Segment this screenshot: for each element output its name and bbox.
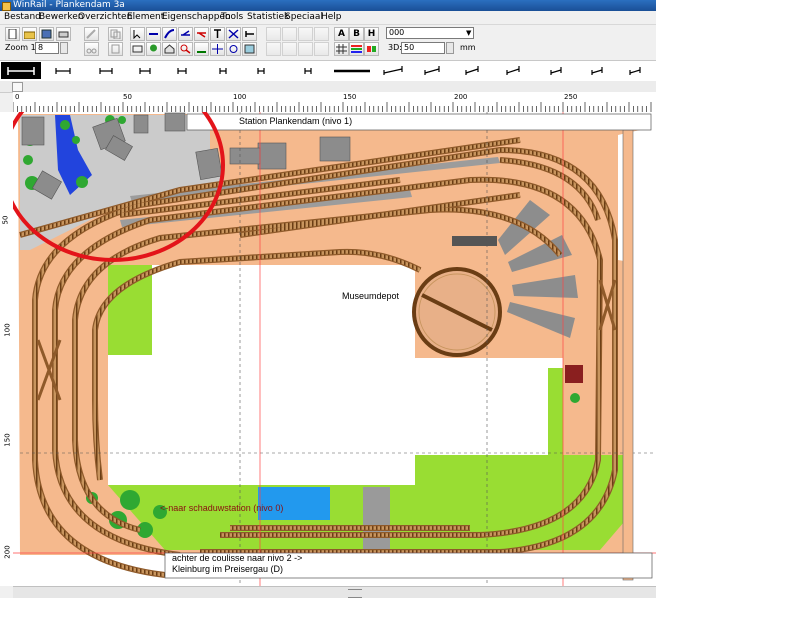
- road-bottom: [363, 487, 390, 557]
- copy-icon[interactable]: [108, 27, 123, 41]
- grass-left: [108, 265, 152, 355]
- chevron-down-icon: ▼: [466, 29, 472, 37]
- ruler-label: 50: [1, 215, 10, 225]
- ruler-label: 100: [3, 323, 12, 337]
- up-arrow-icon[interactable]: [12, 82, 23, 92]
- view3d-input[interactable]: 50: [401, 42, 445, 54]
- zoom-icon[interactable]: [178, 42, 193, 56]
- layer-select[interactable]: 000: [386, 27, 474, 39]
- tree-icon[interactable]: [146, 42, 161, 56]
- edge-strip: [622, 129, 634, 581]
- coulisse-label: achter de coulisse naar nivo 2 ->: [172, 553, 303, 563]
- measure-icon[interactable]: [194, 42, 209, 56]
- move-icon[interactable]: [210, 42, 225, 56]
- text-b-button[interactable]: B: [349, 27, 364, 41]
- ruler-label: 50: [123, 93, 132, 101]
- picture-icon[interactable]: [242, 42, 257, 56]
- select-arrow-icon[interactable]: [130, 27, 145, 41]
- menu-element[interactable]: Element: [127, 11, 164, 24]
- unit-label: mm: [460, 43, 476, 52]
- rotate-icon[interactable]: [226, 42, 241, 56]
- house-icon[interactable]: [162, 42, 177, 56]
- buffer-stop-icon[interactable]: [242, 27, 257, 41]
- align-middle-icon[interactable]: [282, 42, 297, 56]
- station-label: Station Plankendam (nivo 1): [239, 116, 353, 126]
- align-center-icon[interactable]: [282, 27, 297, 41]
- track-type-bar: [0, 60, 656, 82]
- ruler-label: 200: [454, 93, 468, 101]
- new-file-button[interactable]: [5, 27, 20, 41]
- text-a-button[interactable]: A: [334, 27, 349, 41]
- menu-bar: Bestand Bewerken Overzichten Element Eig…: [0, 11, 656, 25]
- shadow-station-label: <-naar schaduwstation (nivo 0): [160, 503, 284, 513]
- switch-left-icon[interactable]: [178, 27, 193, 41]
- save-file-button[interactable]: [39, 27, 54, 41]
- ruler-label: 0: [15, 93, 20, 101]
- zoom-spinner[interactable]: [60, 42, 68, 54]
- vertical-ruler: 50 100 150 200: [0, 112, 14, 586]
- horizontal-ruler: 0 50 100 150 200 250: [13, 92, 656, 113]
- view3d-spinner[interactable]: [446, 42, 454, 54]
- menu-overzichten[interactable]: Overzichten: [78, 11, 132, 24]
- rectangle-tool-icon[interactable]: [130, 42, 145, 56]
- app-icon: [2, 2, 11, 11]
- layout-canvas[interactable]: Station Plankendam (nivo 1) Museumdepot …: [13, 112, 656, 586]
- scroll-thumb-grip[interactable]: [348, 589, 362, 598]
- signal-box: [565, 365, 583, 383]
- disabled-tool-icon[interactable]: [84, 27, 99, 41]
- scissors-icon[interactable]: [84, 42, 99, 56]
- view3d-label: 3D:: [388, 43, 402, 52]
- kleinburg-label: Kleinburg im Preisergau (D): [172, 564, 284, 574]
- grass-right: [548, 368, 563, 455]
- crossing-icon[interactable]: [226, 27, 241, 41]
- align-top-icon[interactable]: [314, 27, 329, 41]
- track-plan[interactable]: [13, 112, 656, 586]
- straight-track-icon[interactable]: [146, 27, 161, 41]
- zoom-input[interactable]: 8: [35, 42, 59, 54]
- engine-shed: [452, 236, 497, 246]
- paste-icon[interactable]: [108, 42, 123, 56]
- align-bottom-icon[interactable]: [266, 42, 281, 56]
- ruler-label: 250: [564, 93, 578, 101]
- title-bar: WinRail - Plankendam 3a: [0, 0, 656, 11]
- distribute-h-icon[interactable]: [298, 42, 313, 56]
- menu-bewerken[interactable]: Bewerken: [39, 11, 83, 24]
- winrail-window: WinRail - Plankendam 3a Bestand Bewerken…: [0, 0, 656, 598]
- window-title: WinRail - Plankendam 3a: [13, 0, 125, 10]
- ruler-label: 100: [233, 93, 247, 101]
- curve-track-icon[interactable]: [162, 27, 177, 41]
- depot-label: Museumdepot: [342, 291, 400, 301]
- distribute-v-icon[interactable]: [314, 42, 329, 56]
- menu-speciaal[interactable]: Speciaal: [285, 11, 323, 24]
- text-tool-icon[interactable]: [210, 27, 225, 41]
- ruler-label: 200: [3, 545, 12, 559]
- align-left-icon[interactable]: [266, 27, 281, 41]
- menu-tools[interactable]: Tools: [221, 11, 243, 24]
- menu-help[interactable]: Help: [321, 11, 342, 24]
- color-fill-icon[interactable]: [364, 42, 379, 56]
- layers-color-icon[interactable]: [349, 42, 364, 56]
- grid-icon[interactable]: [334, 42, 349, 56]
- menu-bestand[interactable]: Bestand: [4, 11, 41, 24]
- ruler-label: 150: [343, 93, 357, 101]
- toolbar-area: Zoom 1: 8 A B H 000 ▼ 3D: 50 mm: [0, 25, 656, 59]
- ruler-ticks: [13, 102, 652, 112]
- zoom-label: Zoom 1:: [5, 43, 39, 52]
- horizontal-scrollbar[interactable]: [13, 586, 656, 598]
- print-button[interactable]: [56, 27, 71, 41]
- text-h-button[interactable]: H: [364, 27, 379, 41]
- menu-statistiek[interactable]: Statistiek: [247, 11, 289, 24]
- track-type-icons[interactable]: [0, 61, 656, 81]
- ruler-label: 150: [3, 433, 12, 447]
- switch-right-icon[interactable]: [194, 27, 209, 41]
- align-right-icon[interactable]: [298, 27, 313, 41]
- open-file-button[interactable]: [22, 27, 37, 41]
